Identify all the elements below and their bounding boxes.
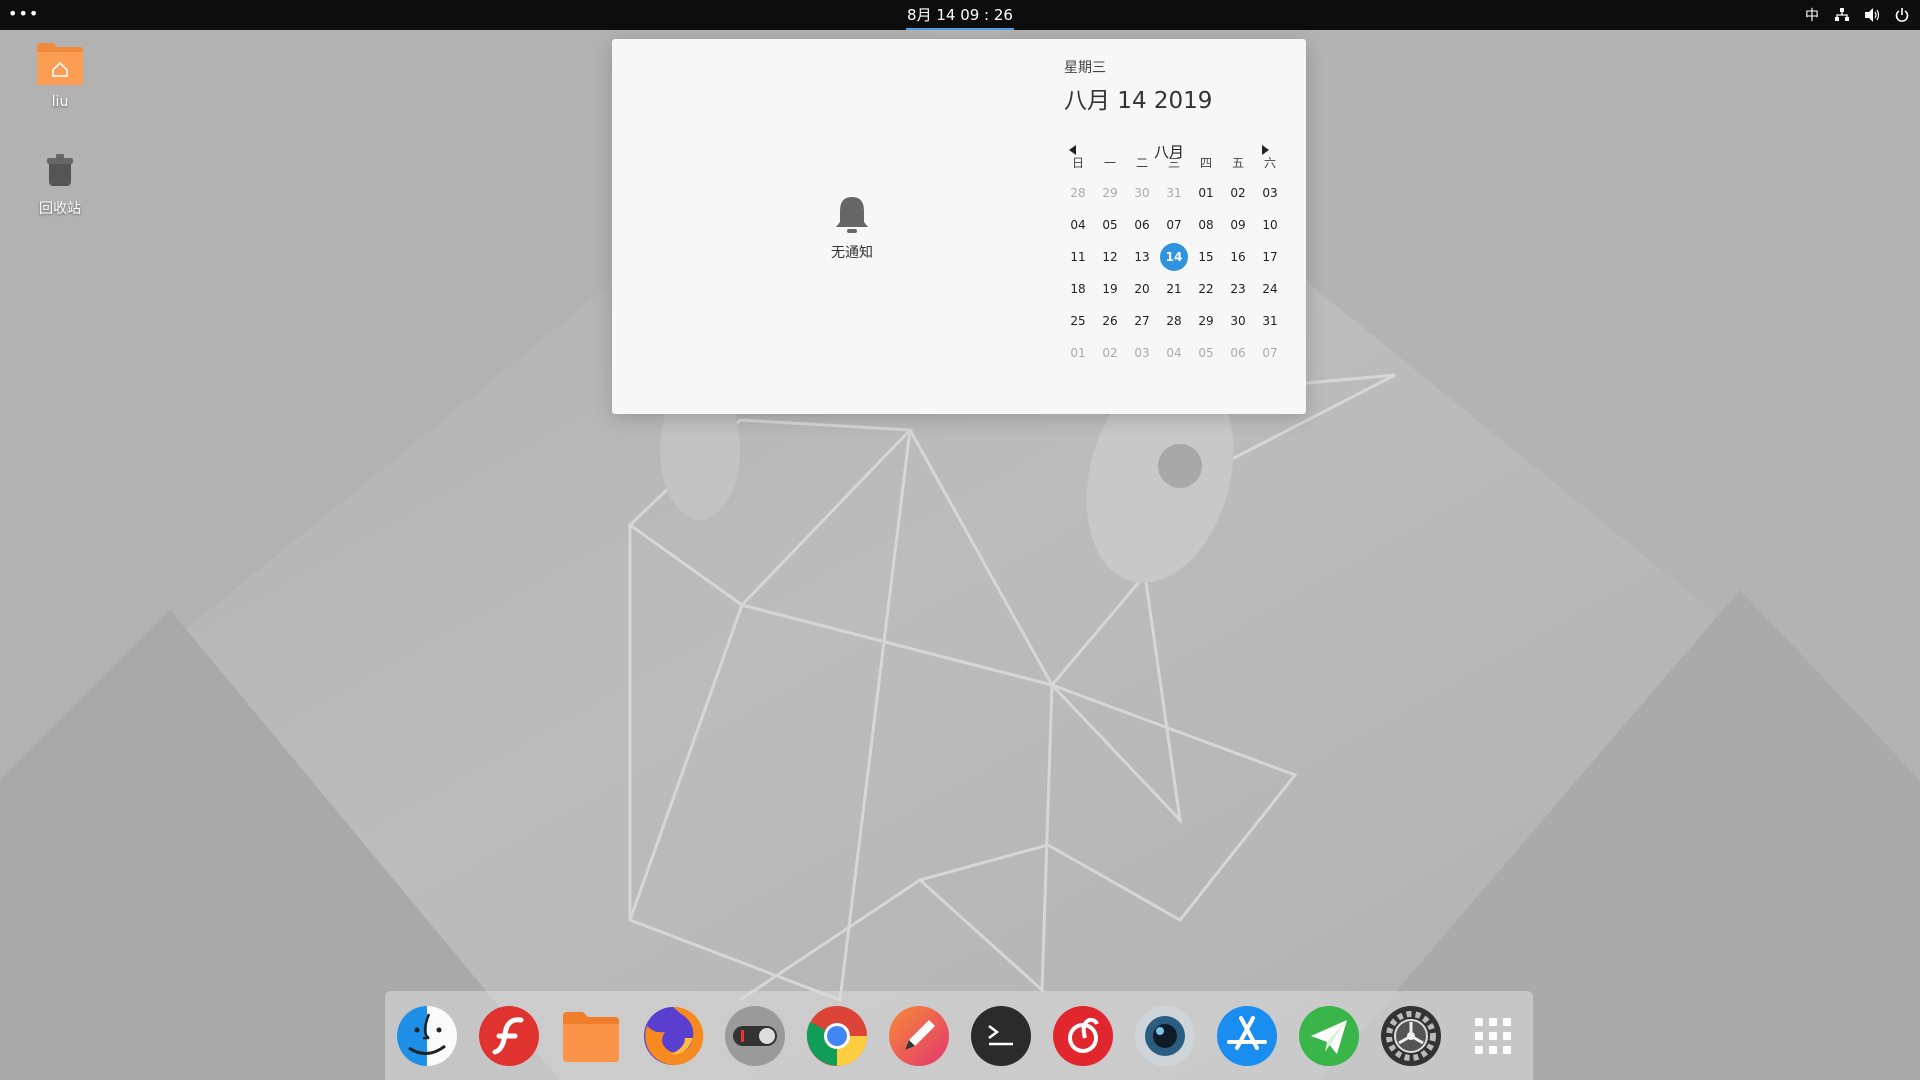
calendar-day[interactable]: 07 [1160, 211, 1188, 239]
calendar-weekday-header: 六 [1263, 156, 1276, 170]
calendar-day[interactable]: 04 [1160, 339, 1188, 367]
calendar-day[interactable]: 31 [1160, 179, 1188, 207]
calendar-day[interactable]: 26 [1096, 307, 1124, 335]
top-panel: ••• 8月 14 09 : 26 中 [0, 0, 1920, 30]
system-tray: 中 [1804, 0, 1910, 30]
network-icon[interactable] [1834, 7, 1850, 23]
calendar-day[interactable]: 22 [1192, 275, 1220, 303]
flash-player-icon[interactable] [477, 1004, 541, 1068]
notification-area: 无通知 [792, 194, 912, 262]
calendar-day[interactable]: 01 [1192, 179, 1220, 207]
calendar-day[interactable]: 28 [1064, 179, 1092, 207]
calendar-day[interactable]: 02 [1096, 339, 1124, 367]
calendar-day[interactable]: 02 [1224, 179, 1252, 207]
calendar: 星期三 八月 14 2019 八月 日一二三四五六 28 29 30 31 01 02 03 0… [1064, 57, 1294, 360]
datetime-popup: 无通知 星期三 八月 14 2019 八月 日一二三四五六 28 29 30 31 01 0… [612, 39, 1306, 414]
power-icon[interactable] [1894, 7, 1910, 23]
calendar-day[interactable]: 13 [1128, 243, 1156, 271]
calendar-day[interactable]: 28 [1160, 307, 1188, 335]
calendar-day[interactable]: 03 [1256, 179, 1284, 207]
more-dots-icon[interactable]: ••• [8, 4, 39, 23]
input-method-indicator[interactable]: 中 [1804, 7, 1820, 24]
app-store-icon[interactable] [1215, 1004, 1279, 1068]
calendar-day[interactable]: 25 [1064, 307, 1092, 335]
calendar-day[interactable]: 30 [1224, 307, 1252, 335]
calendar-weekday: 星期三 [1064, 60, 1106, 76]
calendar-weekday-header: 四 [1199, 156, 1212, 170]
calendar-weekday-header: 五 [1231, 156, 1244, 170]
calendar-day[interactable]: 08 [1192, 211, 1220, 239]
pencil-editor-icon[interactable] [887, 1004, 951, 1068]
calendar-day[interactable]: 18 [1064, 275, 1092, 303]
finder-icon[interactable] [395, 1004, 459, 1068]
calendar-day[interactable]: 03 [1128, 339, 1156, 367]
calendar-day[interactable]: 23 [1224, 275, 1252, 303]
bell-icon [836, 197, 868, 233]
calendar-day-selected[interactable]: 14 [1160, 243, 1188, 271]
calendar-day[interactable]: 01 [1064, 339, 1092, 367]
calendar-day[interactable]: 29 [1096, 179, 1124, 207]
calendar-day[interactable]: 20 [1128, 275, 1156, 303]
calendar-day[interactable]: 05 [1192, 339, 1220, 367]
calendar-day[interactable]: 11 [1064, 243, 1092, 271]
chrome-icon[interactable] [805, 1004, 869, 1068]
netease-music-icon[interactable] [1051, 1004, 1115, 1068]
home-folder-icon [37, 43, 83, 85]
folder-icon[interactable] [559, 1004, 623, 1068]
camera-icon[interactable] [1133, 1004, 1197, 1068]
desktop-icon-home[interactable]: liu [20, 40, 100, 110]
calendar-weekday-header: 一 [1103, 156, 1116, 170]
panel-clock[interactable]: 8月 14 09 : 26 [906, 0, 1014, 30]
calendar-day[interactable]: 30 [1128, 179, 1156, 207]
calendar-day[interactable]: 21 [1160, 275, 1188, 303]
calendar-day[interactable]: 10 [1256, 211, 1284, 239]
calendar-day[interactable]: 24 [1256, 275, 1284, 303]
desktop-icon-label: 回收站 [39, 201, 81, 217]
app-launcher-grid-icon[interactable] [1461, 1004, 1525, 1068]
calendar-day[interactable]: 29 [1192, 307, 1220, 335]
calendar-day[interactable]: 09 [1224, 211, 1252, 239]
dock [385, 991, 1533, 1080]
calendar-day[interactable]: 06 [1224, 339, 1252, 367]
calendar-weekday-header: 日 [1071, 156, 1084, 170]
trash-icon [47, 154, 73, 186]
calendar-day[interactable]: 17 [1256, 243, 1284, 271]
calendar-weekday-header: 二 [1135, 156, 1148, 170]
volume-icon[interactable] [1864, 7, 1880, 23]
paper-plane-icon[interactable] [1297, 1004, 1361, 1068]
calendar-day[interactable]: 04 [1064, 211, 1092, 239]
calendar-day[interactable]: 27 [1128, 307, 1156, 335]
calendar-day[interactable]: 12 [1096, 243, 1124, 271]
toggle-switch-icon[interactable] [723, 1004, 787, 1068]
calendar-day[interactable]: 19 [1096, 275, 1124, 303]
calendar-day[interactable]: 16 [1224, 243, 1252, 271]
calendar-day[interactable]: 15 [1192, 243, 1220, 271]
no-notifications-text: 无通知 [831, 245, 873, 261]
terminal-icon[interactable] [969, 1004, 1033, 1068]
desktop-icon-label: liu [51, 94, 69, 110]
firefox-icon[interactable] [641, 1004, 705, 1068]
calendar-weekday-header: 三 [1167, 156, 1180, 170]
desktop-icon-trash[interactable]: 回收站 [20, 150, 100, 218]
calendar-day[interactable]: 07 [1256, 339, 1284, 367]
calendar-day[interactable]: 31 [1256, 307, 1284, 335]
calendar-date-display: 八月 14 2019 [1064, 88, 1213, 114]
system-settings-icon[interactable] [1379, 1004, 1443, 1068]
calendar-day[interactable]: 06 [1128, 211, 1156, 239]
calendar-day[interactable]: 05 [1096, 211, 1124, 239]
